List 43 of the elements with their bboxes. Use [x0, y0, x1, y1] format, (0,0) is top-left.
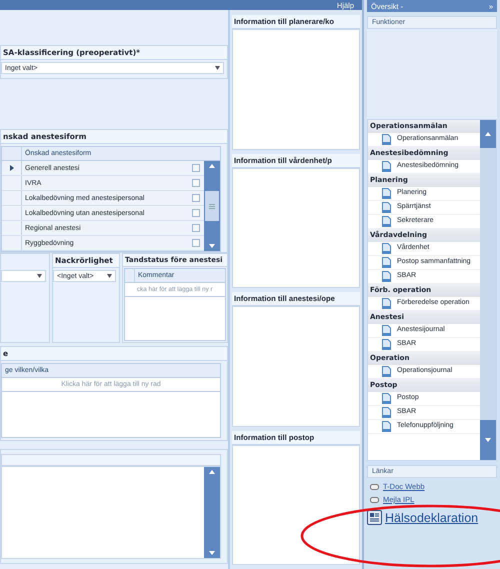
document-icon: [382, 421, 391, 432]
checkbox[interactable]: [192, 194, 200, 202]
grip-icon: [209, 204, 215, 208]
document-icon: [382, 366, 391, 377]
caret-icon: [107, 274, 112, 278]
caret-icon: [215, 66, 220, 70]
document-icon: [382, 339, 391, 350]
document-icon: [382, 161, 391, 172]
scrollbar[interactable]: [204, 467, 220, 558]
scrollbar[interactable]: [204, 161, 220, 251]
text-area[interactable]: [232, 444, 360, 565]
document-icon: [382, 188, 391, 199]
document-icon: [382, 271, 391, 282]
checkbox[interactable]: [192, 209, 200, 217]
text-area[interactable]: [232, 168, 360, 288]
scrollbar[interactable]: [480, 120, 496, 460]
text-area[interactable]: [1, 466, 221, 559]
document-icon: [382, 393, 391, 404]
scroll-up-icon[interactable]: [209, 164, 215, 168]
dropdown[interactable]: [1, 270, 46, 282]
scroll-down-icon[interactable]: [209, 551, 215, 555]
document-icon: [382, 325, 391, 336]
scroll-down-icon[interactable]: [485, 438, 491, 442]
checkbox[interactable]: [192, 164, 200, 172]
scroll-up-icon[interactable]: [209, 470, 215, 474]
scroll-down-icon[interactable]: [209, 244, 215, 248]
health-declaration-link[interactable]: Hälsodeklaration: [367, 510, 497, 525]
document-icon: [382, 298, 391, 309]
document-icon: [382, 216, 391, 227]
document-icon: [382, 134, 391, 145]
text-area[interactable]: [232, 306, 360, 426]
form-icon: [367, 510, 382, 525]
document-icon: [382, 243, 391, 254]
document-icon: [382, 407, 391, 418]
text-area[interactable]: [232, 29, 360, 150]
document-icon: [382, 257, 391, 268]
checkbox[interactable]: [192, 239, 200, 247]
document-icon: [382, 202, 391, 213]
scroll-up-icon[interactable]: [485, 132, 491, 136]
checkbox[interactable]: [192, 179, 200, 187]
caret-icon: [37, 274, 42, 278]
row-pointer-icon: [10, 165, 14, 171]
checkbox[interactable]: [192, 224, 200, 232]
